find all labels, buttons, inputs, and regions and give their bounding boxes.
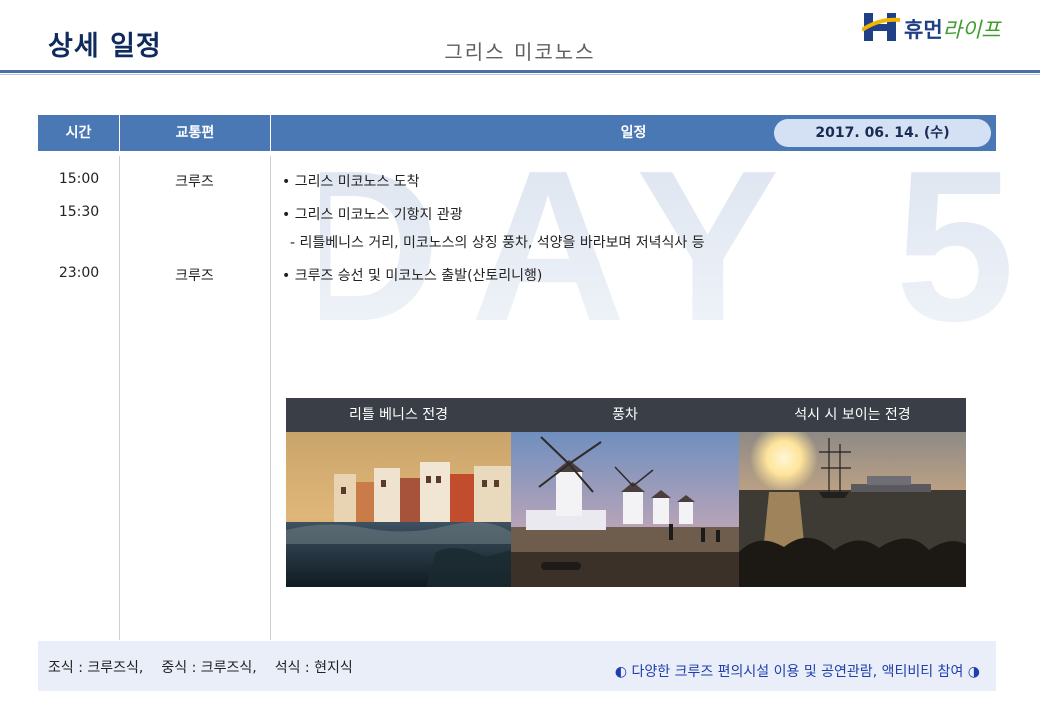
cruise-note: ◐ 다양한 크루즈 편의시설 이용 및 공연관람, 액티비티 참여 ◑: [614, 664, 980, 680]
row-time: 23:00: [58, 265, 100, 281]
little-venice-image: [286, 432, 511, 587]
photo-caption: 풍차: [511, 398, 739, 432]
header-rule: [0, 70, 1040, 73]
header-rule-thin: [0, 74, 1040, 75]
photo-strip: 리틀 베니스 전경 풍차 석시 시 보이는 전경: [286, 398, 966, 587]
column-divider: [270, 156, 271, 640]
photo-caption: 리틀 베니스 전경: [286, 398, 511, 432]
logo-h-icon: [860, 13, 901, 41]
watermark-text: DAY 5: [320, 150, 1010, 366]
meal-breakfast: 조식 : 크루즈식,: [48, 660, 144, 676]
row-schedule: • 그리스 미코노스 기항지 관광: [282, 207, 463, 223]
company-logo: 휴먼라이프: [860, 10, 1032, 44]
logo-text-accent: 라이프: [942, 18, 1001, 42]
date-badge: 2017. 06. 14. (수): [774, 119, 991, 147]
sunset-image: [739, 432, 966, 587]
row-schedule: • 크루즈 승선 및 미코노스 출발(산토리니행): [282, 268, 543, 284]
column-divider: [119, 156, 120, 640]
row-time: 15:00: [58, 171, 100, 187]
row-schedule-detail: - 리틀베니스 거리, 미코노스의 상징 풍차, 석양을 바라보며 저녁식사 등: [290, 235, 705, 251]
row-transport: 크루즈: [175, 174, 214, 190]
schedule-table-header: 시간 교통편 일정 2017. 06. 14. (수): [38, 115, 996, 151]
row-time: 15:30: [58, 204, 100, 220]
photo-windmills: 풍차: [511, 398, 739, 587]
logo-text: 휴먼라이프: [904, 14, 1001, 44]
meal-dinner: 석식 : 현지식: [274, 660, 353, 676]
meals-info: 조식 : 크루즈식, 중식 : 크루즈식, 석식 : 현지식: [48, 657, 371, 677]
meal-lunch: 중식 : 크루즈식,: [161, 660, 257, 676]
photo-sunset: 석시 시 보이는 전경: [739, 398, 966, 587]
footer-bar: 조식 : 크루즈식, 중식 : 크루즈식, 석식 : 현지식 ◐ 다양한 크루즈 편…: [38, 641, 996, 691]
row-transport: 크루즈: [175, 268, 214, 284]
row-schedule: • 그리스 미코노스 도착: [282, 174, 420, 190]
header-time: 시간: [65, 125, 92, 141]
photo-caption: 석시 시 보이는 전경: [739, 398, 966, 432]
windmills-image: [511, 432, 739, 587]
header-transport: 교통편: [175, 125, 215, 141]
logo-text-main: 휴먼: [904, 18, 943, 42]
photo-little-venice: 리틀 베니스 전경: [286, 398, 511, 587]
